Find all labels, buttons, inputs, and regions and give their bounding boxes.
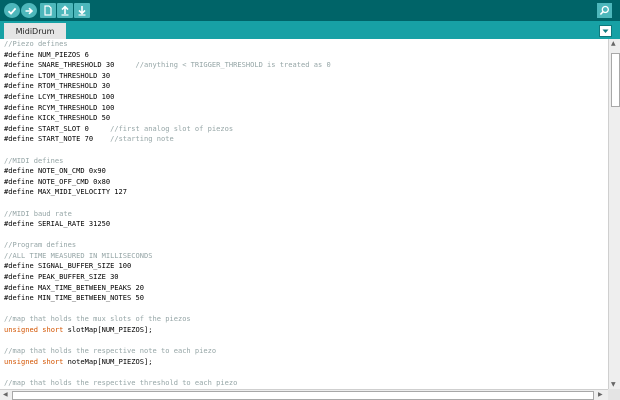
new-button[interactable] — [40, 3, 56, 18]
magnifier-icon — [599, 5, 609, 16]
code-comment: //Program defines — [4, 240, 77, 250]
chevron-down-icon — [602, 29, 609, 33]
code-token: #define NUM_PIEZOS 6 — [4, 49, 89, 59]
code-token: #define MAX_TIME_BETWEEN_PEAKS 20 — [4, 282, 145, 292]
code-keyword: unsigned — [4, 325, 38, 335]
code-token: #define SERIAL_RATE 31250 — [4, 219, 111, 229]
serial-monitor-button[interactable] — [597, 3, 612, 18]
code-token: #define START_NOTE 70 — [4, 134, 111, 144]
code-token: #define KICK_THRESHOLD 50 — [4, 113, 111, 123]
scroll-right-arrow-icon[interactable]: ▶ — [598, 391, 603, 398]
code-token: noteMap[NUM_PIEZOS]; — [63, 356, 153, 366]
code-token: #define PEAK_BUFFER_SIZE 30 — [4, 272, 119, 282]
code-line: unsigned short slotMap[NUM_PIEZOS]; — [4, 325, 331, 336]
tab-label: MidiDrum — [15, 26, 55, 36]
code-line: unsigned short noteMap[NUM_PIEZOS]; — [4, 357, 331, 368]
code-token: #define MIN_TIME_BETWEEN_NOTES 50 — [4, 293, 145, 303]
code-comment: //starting note — [110, 134, 174, 144]
code-token: #define RCYM_THRESHOLD 100 — [4, 102, 115, 112]
code-line: //map that holds the respective threshol… — [4, 378, 331, 389]
horizontal-scroll-thumb[interactable] — [12, 391, 594, 400]
scroll-up-arrow-icon[interactable]: ▲ — [611, 40, 616, 47]
code-comment: //first analog slot of piezos — [110, 123, 234, 133]
code-line: #define KICK_THRESHOLD 50 — [4, 113, 331, 124]
code-line: #define START_NOTE 70 //starting note — [4, 134, 331, 145]
code-line: //MIDI baud rate — [4, 209, 331, 220]
code-token: #define NOTE_ON_CMD 0x90 — [4, 166, 106, 176]
code-token: #define NOTE_OFF_CMD 0x80 — [4, 176, 111, 186]
code-line: #define LCYM_THRESHOLD 100 — [4, 92, 331, 103]
code-line: //map that holds the mux slots of the pi… — [4, 314, 331, 325]
code-line: #define NOTE_ON_CMD 0x90 — [4, 166, 331, 177]
verify-button[interactable] — [4, 3, 20, 18]
code-editor[interactable]: //Piezo defines #define NUM_PIEZOS 6 #defi… — [0, 39, 608, 389]
new-file-icon — [44, 5, 52, 16]
code-comment: //MIDI defines — [4, 155, 64, 165]
code-comment: //MIDI baud rate — [4, 208, 72, 218]
code-line: #define RTOM_THRESHOLD 30 — [4, 81, 331, 92]
code-line: //Program defines — [4, 240, 331, 251]
arrow-up-icon — [61, 5, 69, 16]
code-line: #define SIGNAL_BUFFER_SIZE 100 — [4, 261, 331, 272]
code-comment: //map that holds the respective note to … — [4, 346, 217, 356]
code-line: //Piezo defines — [4, 39, 331, 50]
tab-menu-button[interactable] — [599, 25, 612, 37]
save-button[interactable] — [74, 3, 90, 18]
vertical-scrollbar[interactable]: ▲ ▼ — [608, 39, 620, 389]
code-line: #define NUM_PIEZOS 6 — [4, 50, 331, 61]
code-token: slotMap[NUM_PIEZOS]; — [63, 325, 153, 335]
tab-bar: MidiDrum — [0, 21, 620, 39]
code-token: #define START_SLOT 0 — [4, 123, 111, 133]
scroll-left-arrow-icon[interactable]: ◀ — [3, 391, 8, 398]
toolbar — [0, 0, 620, 21]
code-line: #define LTOM_THRESHOLD 30 — [4, 71, 331, 82]
code-comment: //map that holds the mux slots of the pi… — [4, 314, 191, 324]
code-line: #define MIN_TIME_BETWEEN_NOTES 50 — [4, 293, 331, 304]
open-button[interactable] — [57, 3, 73, 18]
code-line: #define MAX_TIME_BETWEEN_PEAKS 20 — [4, 283, 331, 294]
code-keyword: short — [42, 325, 64, 335]
code-text-area[interactable]: //Piezo defines #define NUM_PIEZOS 6 #defi… — [4, 39, 331, 389]
code-line: //MIDI defines — [4, 156, 331, 167]
code-line: #define MAX_MIDI_VELOCITY 127 — [4, 187, 331, 198]
tab-mididrum[interactable]: MidiDrum — [4, 23, 66, 39]
code-token: #define RTOM_THRESHOLD 30 — [4, 81, 111, 91]
horizontal-scrollbar[interactable]: ◀ ▶ — [0, 389, 608, 400]
code-line: #define SNARE_THRESHOLD 30 //anything < … — [4, 60, 331, 71]
code-line: //map that holds the respective note to … — [4, 346, 331, 357]
code-line: #define START_SLOT 0 //first analog slot… — [4, 124, 331, 135]
code-line: //ALL TIME MEASURED IN MILLISECONDS — [4, 251, 331, 262]
scroll-down-arrow-icon[interactable]: ▼ — [611, 381, 616, 388]
arrow-down-icon — [78, 6, 86, 16]
code-line: #define SERIAL_RATE 31250 — [4, 219, 331, 230]
vertical-scroll-thumb[interactable] — [611, 53, 620, 107]
code-token: #define MAX_MIDI_VELOCITY 127 — [4, 187, 128, 197]
upload-button[interactable] — [21, 3, 37, 18]
code-token: #define LCYM_THRESHOLD 100 — [4, 91, 115, 101]
code-line: #define PEAK_BUFFER_SIZE 30 — [4, 272, 331, 283]
code-keyword: short — [42, 356, 64, 366]
code-comment: //map that holds the respective threshol… — [4, 378, 238, 387]
arrow-right-icon — [25, 7, 34, 14]
code-token: #define LTOM_THRESHOLD 30 — [4, 70, 111, 80]
code-line: #define NOTE_OFF_CMD 0x80 — [4, 177, 331, 188]
code-comment: //anything < TRIGGER_THRESHOLD is treate… — [135, 60, 331, 70]
code-keyword: unsigned — [4, 356, 38, 366]
code-token: #define SNARE_THRESHOLD 30 — [4, 60, 136, 70]
code-comment: //Piezo defines — [4, 39, 68, 48]
code-line: #define RCYM_THRESHOLD 100 — [4, 103, 331, 114]
code-token: #define SIGNAL_BUFFER_SIZE 100 — [4, 261, 132, 271]
code-comment: //ALL TIME MEASURED IN MILLISECONDS — [4, 250, 153, 260]
scrollbar-corner — [608, 389, 620, 400]
checkmark-icon — [7, 7, 17, 15]
